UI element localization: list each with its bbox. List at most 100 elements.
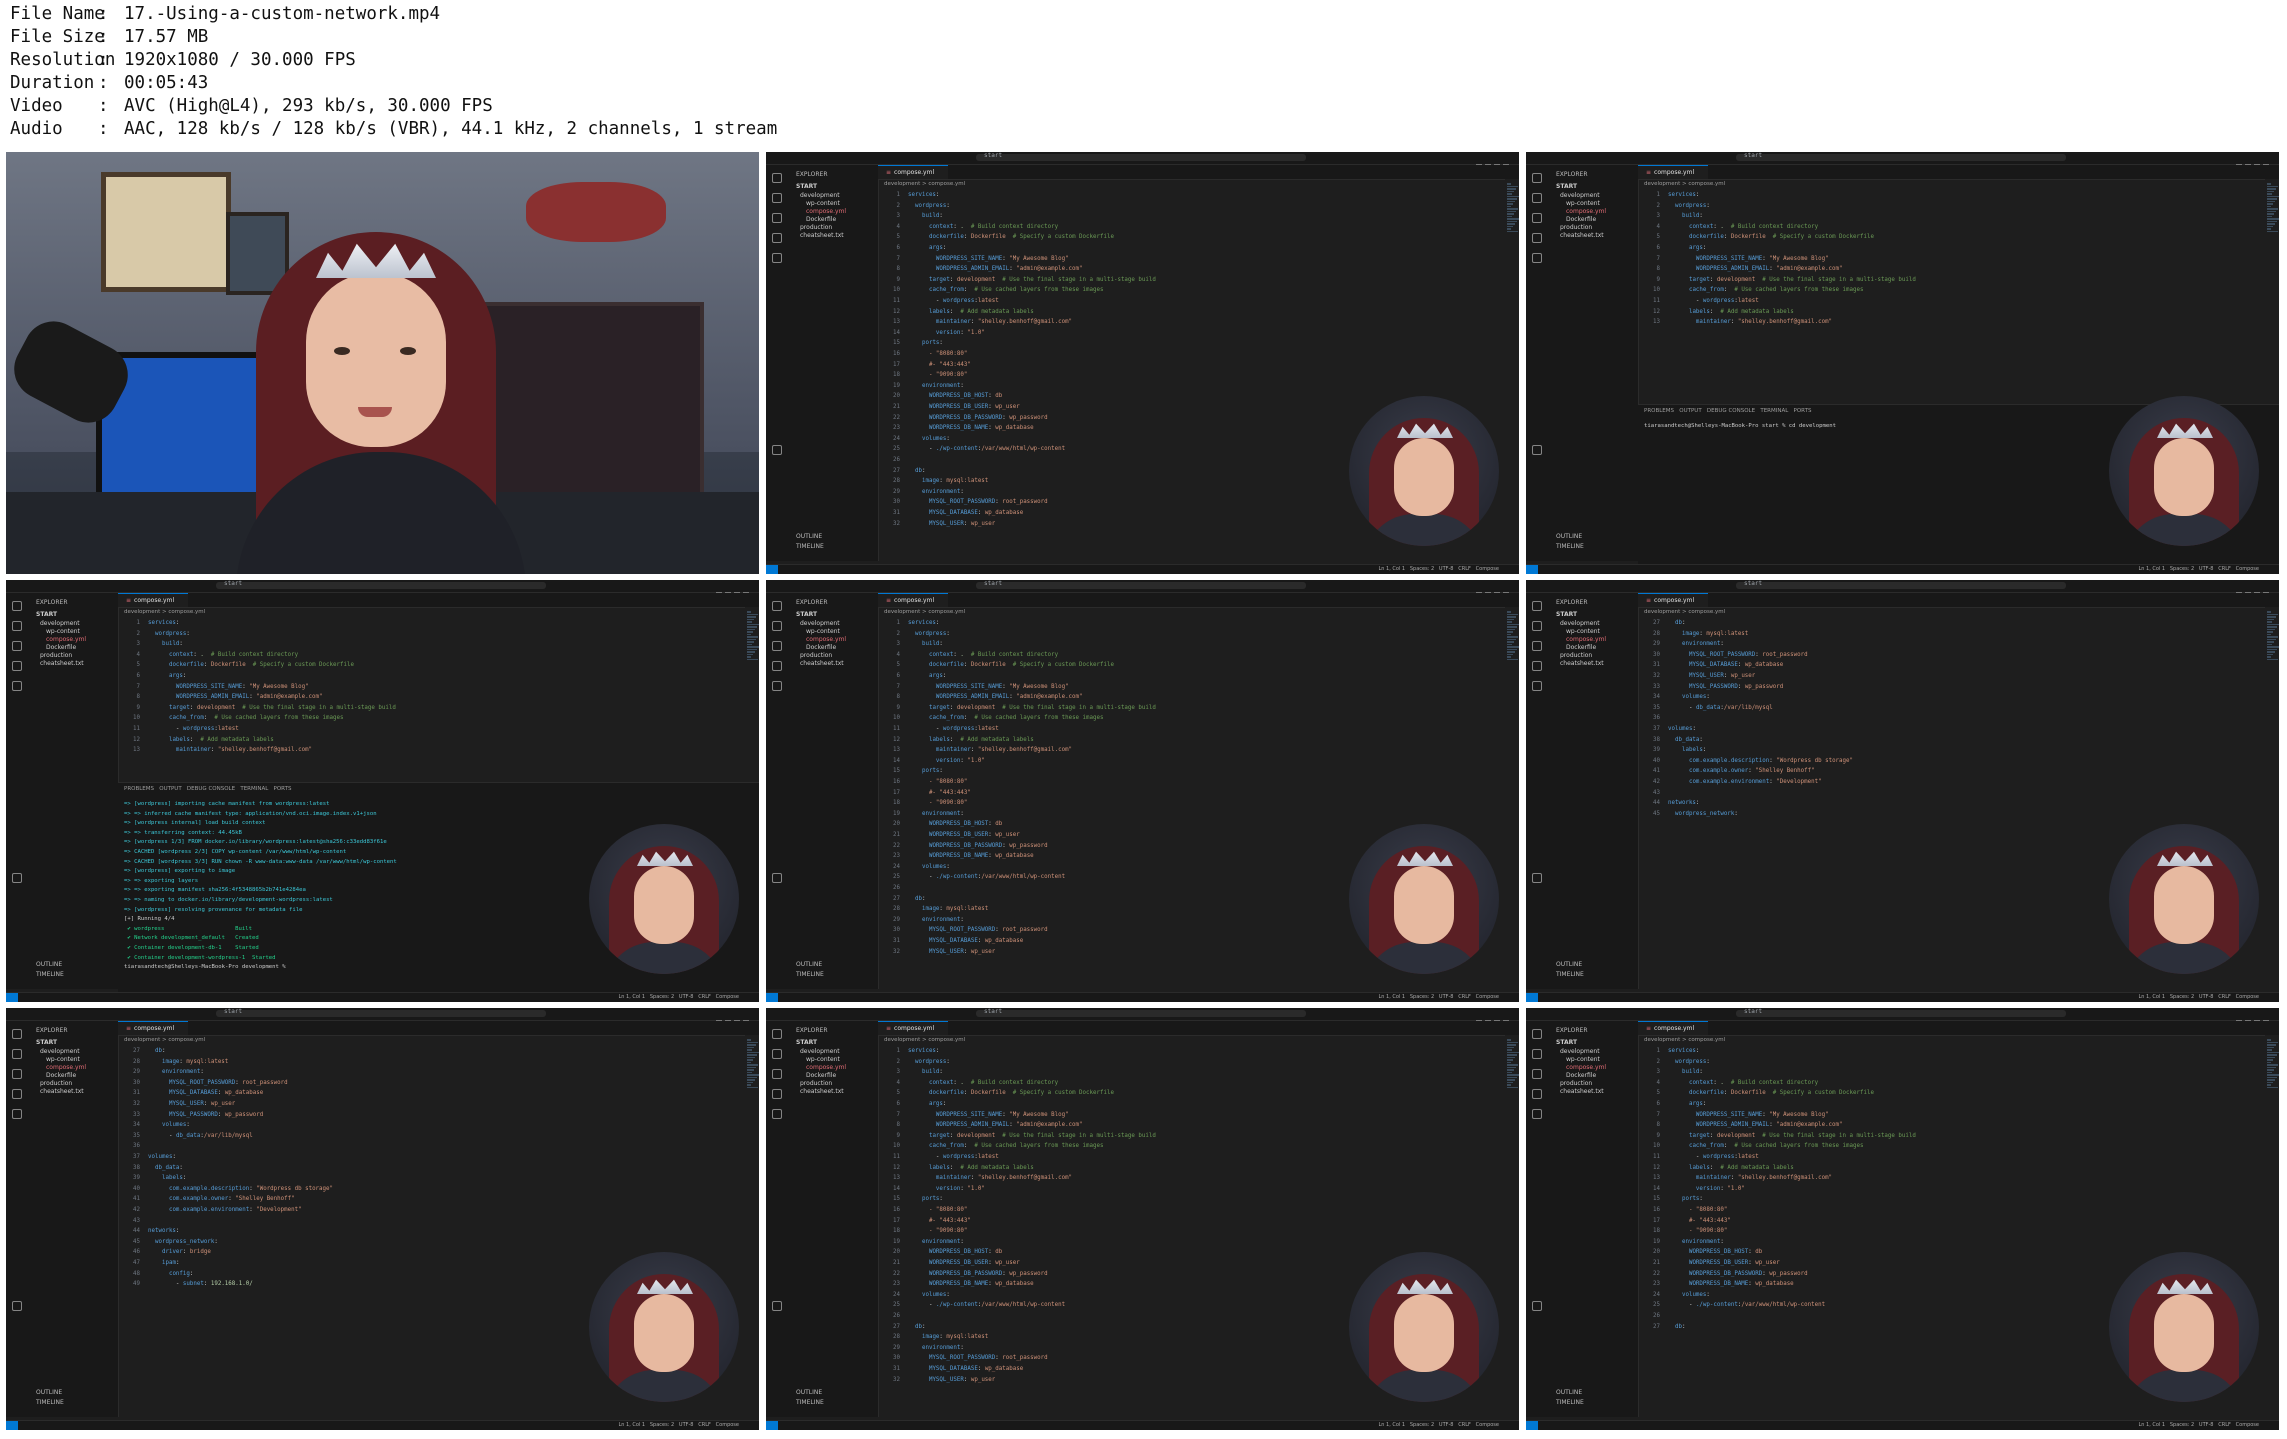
timeline-section[interactable]: TIMELINE	[36, 1399, 64, 1406]
file-tree-item[interactable]: cheatsheet.txt	[1560, 660, 1604, 667]
timeline-section[interactable]: TIMELINE	[796, 543, 824, 550]
file-tree-item[interactable]: development	[40, 620, 80, 627]
file-tree-item[interactable]: development	[800, 192, 840, 199]
activity-icon[interactable]	[1532, 681, 1542, 691]
activity-icon[interactable]	[12, 641, 22, 651]
file-tree-item[interactable]: cheatsheet.txt	[1560, 232, 1604, 239]
tab-compose-yml[interactable]: ≡ compose.yml	[878, 593, 948, 607]
activity-icon[interactable]	[12, 1301, 22, 1311]
command-center-search[interactable]: start	[1736, 1008, 2066, 1017]
file-tree-item[interactable]: cheatsheet.txt	[1560, 1088, 1604, 1095]
layout-controls[interactable]	[2233, 1011, 2273, 1026]
file-tree-item[interactable]: development	[1560, 620, 1600, 627]
command-center-search[interactable]: start	[1736, 152, 2066, 161]
timeline-section[interactable]: TIMELINE	[1556, 1399, 1584, 1406]
file-tree-item[interactable]: production	[800, 224, 832, 231]
vscode-thumbnail-7[interactable]: start EXPLORER START development wp-content c…	[766, 1008, 1519, 1430]
activity-icon[interactable]	[12, 601, 22, 611]
tab-compose-yml[interactable]: ≡ compose.yml	[118, 593, 188, 607]
tab-compose-yml[interactable]: ≡ compose.yml	[1638, 1021, 1708, 1035]
activity-icon[interactable]	[772, 1089, 782, 1099]
vscode-thumbnail-4[interactable]: start EXPLORER START development wp-content c…	[766, 580, 1519, 1002]
activity-icon[interactable]	[12, 1029, 22, 1039]
activity-icon[interactable]	[12, 1089, 22, 1099]
remote-indicator[interactable]	[766, 993, 778, 1002]
file-tree-item[interactable]: Dockerfile	[1566, 1072, 1596, 1079]
file-tree-item[interactable]: Dockerfile	[806, 216, 836, 223]
activity-icon[interactable]	[1532, 253, 1542, 263]
layout-controls[interactable]	[2233, 155, 2273, 170]
activity-icon[interactable]	[772, 641, 782, 651]
minimap[interactable]	[1505, 1035, 1519, 1417]
activity-icon[interactable]	[772, 1049, 782, 1059]
remote-indicator[interactable]	[1526, 993, 1538, 1002]
outline-section[interactable]: OUTLINE	[36, 961, 62, 968]
outline-section[interactable]: OUTLINE	[796, 1389, 822, 1396]
file-tree-item[interactable]: production	[800, 652, 832, 659]
activity-icon[interactable]	[12, 1109, 22, 1119]
command-center-search[interactable]: start	[1736, 580, 2066, 589]
file-tree-item[interactable]: compose.yml	[1566, 1064, 1606, 1071]
file-tree-item[interactable]: wp-content	[1566, 200, 1600, 207]
panel-tabs[interactable]: PROBLEMS OUTPUT DEBUG CONSOLE TERMINAL P…	[124, 786, 291, 792]
activity-icon[interactable]	[1532, 1029, 1542, 1039]
file-tree-item[interactable]: production	[1560, 652, 1592, 659]
outline-section[interactable]: OUTLINE	[796, 533, 822, 540]
activity-icon[interactable]	[772, 681, 782, 691]
file-tree-item[interactable]: cheatsheet.txt	[800, 1088, 844, 1095]
file-tree-item[interactable]: wp-content	[806, 628, 840, 635]
layout-controls[interactable]	[2233, 583, 2273, 598]
activity-icon[interactable]	[1532, 1049, 1542, 1059]
file-tree-item[interactable]: compose.yml	[1566, 636, 1606, 643]
command-center-search[interactable]: start	[976, 1008, 1306, 1017]
webcam-thumbnail[interactable]	[6, 152, 759, 574]
outline-section[interactable]: OUTLINE	[36, 1389, 62, 1396]
file-tree-item[interactable]: development	[40, 1048, 80, 1055]
minimap[interactable]	[1505, 179, 1519, 561]
activity-icon[interactable]	[12, 661, 22, 671]
remote-indicator[interactable]	[6, 993, 18, 1002]
layout-controls[interactable]	[1473, 1011, 1513, 1026]
activity-icon[interactable]	[1532, 661, 1542, 671]
activity-icon[interactable]	[12, 1069, 22, 1079]
activity-icon[interactable]	[772, 445, 782, 455]
file-tree-item[interactable]: Dockerfile	[46, 644, 76, 651]
timeline-section[interactable]: TIMELINE	[1556, 971, 1584, 978]
command-center-search[interactable]: start	[976, 580, 1306, 589]
outline-section[interactable]: OUTLINE	[1556, 961, 1582, 968]
file-tree-item[interactable]: Dockerfile	[806, 1072, 836, 1079]
file-tree-item[interactable]: production	[1560, 1080, 1592, 1087]
activity-icon[interactable]	[772, 661, 782, 671]
file-tree-item[interactable]: compose.yml	[806, 636, 846, 643]
file-tree-item[interactable]: Dockerfile	[46, 1072, 76, 1079]
file-tree-item[interactable]: Dockerfile	[1566, 216, 1596, 223]
file-tree-item[interactable]: compose.yml	[46, 636, 86, 643]
layout-controls[interactable]	[713, 1011, 753, 1026]
file-tree-item[interactable]: production	[40, 1080, 72, 1087]
vscode-thumbnail-3[interactable]: start EXPLORER START development wp-content c…	[6, 580, 759, 1002]
command-center-search[interactable]: start	[216, 1008, 546, 1017]
activity-icon[interactable]	[772, 233, 782, 243]
remote-indicator[interactable]	[766, 565, 778, 574]
file-tree-item[interactable]: production	[1560, 224, 1592, 231]
activity-icon[interactable]	[1532, 213, 1542, 223]
file-tree-item[interactable]: wp-content	[1566, 628, 1600, 635]
file-tree-item[interactable]: wp-content	[806, 200, 840, 207]
file-tree-item[interactable]: Dockerfile	[1566, 644, 1596, 651]
command-center-search[interactable]: start	[216, 580, 546, 589]
activity-icon[interactable]	[772, 621, 782, 631]
vscode-thumbnail-1[interactable]: start EXPLORER START development wp-content c…	[766, 152, 1519, 574]
file-tree-item[interactable]: production	[40, 652, 72, 659]
activity-icon[interactable]	[1532, 641, 1542, 651]
activity-icon[interactable]	[772, 1301, 782, 1311]
activity-icon[interactable]	[1532, 173, 1542, 183]
layout-controls[interactable]	[1473, 155, 1513, 170]
file-tree-item[interactable]: cheatsheet.txt	[40, 660, 84, 667]
activity-icon[interactable]	[1532, 445, 1542, 455]
tab-compose-yml[interactable]: ≡ compose.yml	[878, 165, 948, 179]
file-tree-item[interactable]: cheatsheet.txt	[800, 660, 844, 667]
activity-icon[interactable]	[1532, 1069, 1542, 1079]
remote-indicator[interactable]	[1526, 565, 1538, 574]
activity-icon[interactable]	[772, 1069, 782, 1079]
activity-icon[interactable]	[12, 873, 22, 883]
